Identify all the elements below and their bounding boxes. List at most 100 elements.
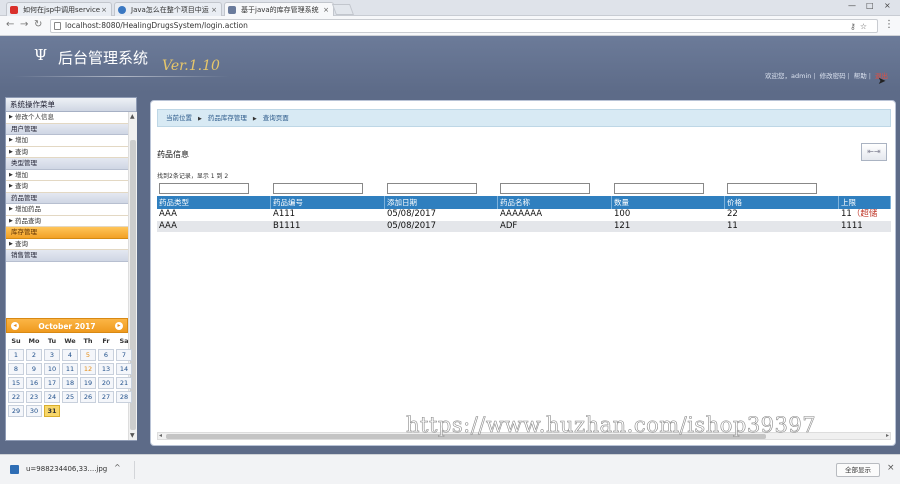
tab-close-icon[interactable]: × (101, 3, 107, 16)
calendar-day[interactable]: 10 (44, 363, 60, 375)
calendar-day[interactable]: 16 (26, 377, 42, 389)
sidebar-item[interactable]: ▶ 增加药品 (6, 204, 128, 216)
calendar-day[interactable]: 17 (44, 377, 60, 389)
cell-value: A111 (273, 209, 296, 219)
calendar-weekday: Mo (28, 337, 40, 345)
calendar-day[interactable]: 6 (98, 349, 114, 361)
scroll-right-icon[interactable]: ▸ (886, 432, 889, 439)
download-filename[interactable]: u=988234406,33....jpg (26, 465, 107, 473)
browser-tab-2[interactable]: Java怎么在整个项目中运 × (114, 2, 222, 16)
calendar-day[interactable]: 2 (26, 349, 42, 361)
calendar-day[interactable]: 14 (116, 363, 132, 375)
column-header[interactable]: 上限 (839, 196, 891, 209)
table-row[interactable]: AAA A111 05/08/2017 AAAAAAA 100 22 11（超储 (157, 209, 891, 221)
cell-value: AAA (159, 209, 177, 219)
reload-icon[interactable]: ↻ (34, 19, 42, 30)
calendar-day[interactable]: 5 (80, 349, 96, 361)
column-header[interactable]: 药品类型 (157, 196, 271, 209)
close-download-bar-icon[interactable]: × (887, 463, 895, 473)
column-header[interactable]: 数量 (612, 196, 725, 209)
column-header[interactable]: 价格 (725, 196, 839, 209)
address-bar[interactable]: localhost:8080/HealingDrugsSystem/login.… (50, 19, 878, 33)
calendar-day[interactable]: 15 (8, 377, 24, 389)
forward-icon[interactable]: → (20, 19, 28, 30)
sidebar-item[interactable]: ▶ 查询 (6, 181, 128, 193)
sidebar-group[interactable]: 销售管理 (6, 250, 128, 262)
mouse-cursor-icon: ➤ (877, 76, 886, 87)
calendar-day-today[interactable]: 31 (44, 405, 60, 417)
data-grid: 药品类型 药品编号 添加日期 药品名称 数量 价格 上限 AAA A111 05/08/2017… (157, 196, 891, 436)
calendar-prev-icon[interactable]: ◂ (11, 322, 19, 330)
column-toggle-button[interactable]: ⇤⇥ (861, 143, 887, 161)
sidebar-group[interactable]: 库存管理 (6, 227, 128, 239)
sidebar-group[interactable]: 用户管理 (6, 123, 128, 135)
calendar-day[interactable]: 8 (8, 363, 24, 375)
calendar-day[interactable]: 7 (116, 349, 132, 361)
browser-tab-1[interactable]: 如何在jsp中调用service × (6, 2, 112, 16)
sidebar-item[interactable]: ▶ 查询 (6, 238, 128, 250)
breadcrumb-item[interactable]: 当前位置 (166, 114, 192, 122)
new-tab-button[interactable] (331, 4, 355, 15)
calendar-day[interactable]: 28 (116, 391, 132, 403)
cell-value: 11 (841, 209, 852, 219)
table-row[interactable]: AAA B1111 05/08/2017 ADF 121 11 1111 (157, 220, 891, 233)
filter-input-name[interactable] (500, 183, 590, 194)
table-cell: AAAAAAA (498, 209, 612, 221)
sidebar-item[interactable]: ▶ 药品查询 (6, 215, 128, 227)
calendar-day[interactable]: 1 (8, 349, 24, 361)
calendar-day[interactable]: 9 (26, 363, 42, 375)
welcome-text: 欢迎您，admin (765, 72, 812, 80)
calendar-day[interactable]: 20 (98, 377, 114, 389)
calendar-day[interactable]: 23 (26, 391, 42, 403)
calendar-day[interactable]: 26 (80, 391, 96, 403)
calendar-next-icon[interactable]: ▸ (115, 322, 123, 330)
sidebar-item[interactable]: ▶ 修改个人信息 (6, 112, 128, 124)
calendar-day[interactable]: 11 (62, 363, 78, 375)
help-link[interactable]: 帮助 (854, 72, 867, 80)
cell-value: AAAAAAA (500, 209, 543, 219)
column-header[interactable]: 添加日期 (385, 196, 498, 209)
calendar-day[interactable]: 29 (8, 405, 24, 417)
tab-close-icon[interactable]: × (323, 3, 329, 16)
minimize-icon[interactable]: — (848, 1, 856, 10)
browser-tab-3[interactable]: 基于java的库存管理系统 × (224, 2, 334, 16)
calendar-day[interactable]: 22 (8, 391, 24, 403)
sidebar-item[interactable]: ▶ 查询 (6, 146, 128, 158)
calendar-day[interactable]: 30 (26, 405, 42, 417)
scroll-left-icon[interactable]: ◂ (159, 432, 162, 439)
maximize-icon[interactable]: □ (866, 1, 874, 10)
show-all-downloads-button[interactable]: 全部显示 (836, 463, 880, 477)
change-password-link[interactable]: 修改密码 (820, 72, 846, 80)
calendar-day[interactable]: 18 (62, 377, 78, 389)
sidebar-group[interactable]: 类型管理 (6, 158, 128, 170)
table-cell: ADF (498, 221, 612, 233)
calendar-day[interactable]: 21 (116, 377, 132, 389)
filter-input-code[interactable] (273, 183, 363, 194)
back-icon[interactable]: ← (6, 19, 14, 30)
calendar-day[interactable]: 12 (80, 363, 96, 375)
breadcrumb-item[interactable]: 药品库存管理 (208, 114, 247, 122)
scroll-down-icon[interactable]: ▼ (130, 432, 135, 439)
browser-menu-icon[interactable]: ⋮ (884, 19, 894, 30)
key-star-icons[interactable]: ⚷☆ (850, 21, 871, 33)
calendar-day[interactable]: 24 (44, 391, 60, 403)
download-options-icon[interactable]: ^ (114, 463, 121, 472)
calendar-day[interactable]: 25 (62, 391, 78, 403)
tab-close-icon[interactable]: × (211, 3, 217, 16)
calendar-day[interactable]: 4 (62, 349, 78, 361)
filter-input-date[interactable] (387, 183, 477, 194)
sidebar-group[interactable]: 药品管理 (6, 192, 128, 204)
sidebar-item[interactable]: ▶ 增加 (6, 169, 128, 181)
calendar-day[interactable]: 13 (98, 363, 114, 375)
close-window-icon[interactable]: × (884, 1, 891, 10)
calendar-day[interactable]: 27 (98, 391, 114, 403)
scroll-up-icon[interactable]: ▲ (130, 113, 135, 120)
column-header[interactable]: 药品编号 (271, 196, 385, 209)
column-header[interactable]: 药品名称 (498, 196, 612, 209)
calendar-day[interactable]: 19 (80, 377, 96, 389)
calendar-day[interactable]: 3 (44, 349, 60, 361)
sidebar-item[interactable]: ▶ 增加 (6, 135, 128, 147)
filter-input-quantity[interactable] (614, 183, 704, 194)
filter-input-price[interactable] (727, 183, 817, 194)
filter-input-type[interactable] (159, 183, 249, 194)
